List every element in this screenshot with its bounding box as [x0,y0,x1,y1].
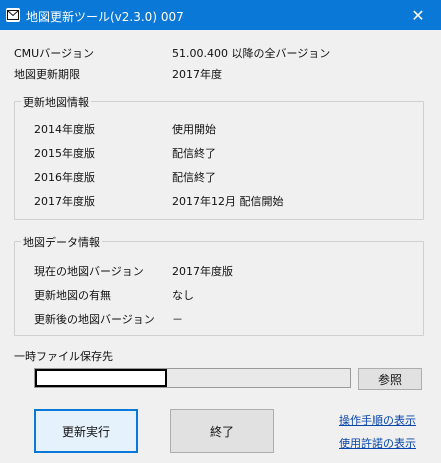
run-update-button[interactable]: 更新実行 [34,409,138,453]
app-icon [6,8,20,22]
temp-folder-path-field[interactable] [34,368,351,388]
temp-folder-label: 一時ファイル保存先 [14,350,113,363]
year-2017-status: 2017年12月 配信開始 [172,195,284,208]
cmu-version-label: CMUバージョン [14,47,95,60]
cmu-version-value: 51.00.400 以降の全バージョン [172,47,331,60]
year-2014-status: 使用開始 [172,123,216,136]
update-available-label: 更新地図の有無 [34,289,111,302]
close-button[interactable]: ✕ [395,0,441,30]
year-2016-status: 配信終了 [172,171,216,184]
exit-button[interactable]: 終了 [170,409,274,453]
year-2014-label: 2014年度版 [34,123,95,136]
title-bar: 地図更新ツール(v2.3.0) 007 ✕ [0,0,441,30]
current-map-version-label: 現在の地図バージョン [34,265,144,278]
year-2016-label: 2016年度版 [34,171,95,184]
update-deadline-label: 地図更新期限 [14,68,80,81]
year-2015-label: 2015年度版 [34,147,95,160]
update-available-value: なし [172,289,194,302]
group-title: 地図データ情報 [21,234,102,250]
after-update-version-value: － [172,313,183,326]
path-field-redaction [35,369,167,387]
show-steps-link[interactable]: 操作手順の表示 [339,412,416,428]
year-2015-status: 配信終了 [172,147,216,160]
close-icon: ✕ [411,5,425,25]
window-title: 地図更新ツール(v2.3.0) 007 [26,10,184,24]
year-2017-label: 2017年度版 [34,195,95,208]
update-deadline-value: 2017年度 [172,68,222,81]
browse-button[interactable]: 参照 [358,368,422,390]
after-update-version-label: 更新後の地図バージョン [34,313,155,326]
current-map-version-value: 2017年度版 [172,265,233,278]
show-license-link[interactable]: 使用許諾の表示 [339,435,416,451]
group-title: 更新地図情報 [21,94,91,110]
